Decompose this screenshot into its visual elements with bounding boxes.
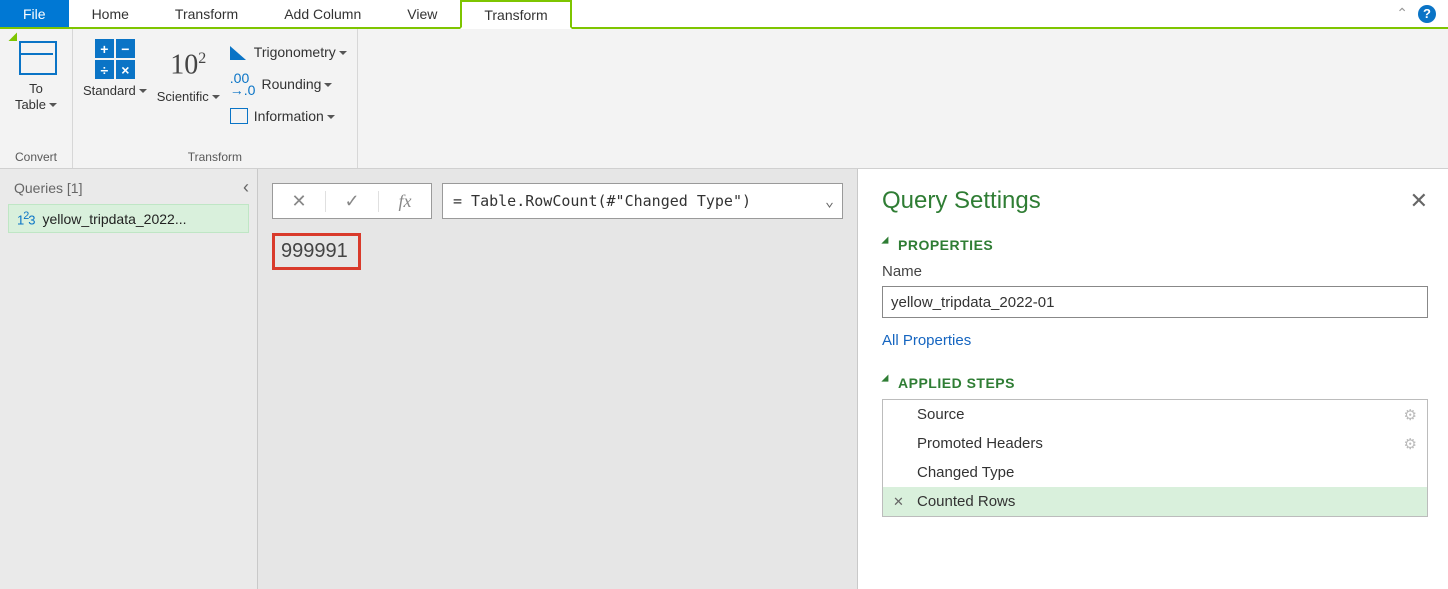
- rounding-button[interactable]: .00→.0 Rounding: [230, 69, 347, 99]
- query-name-input[interactable]: [882, 286, 1428, 318]
- scientific-button[interactable]: 102 Scientific: [157, 35, 220, 105]
- group-label-convert: Convert: [15, 150, 57, 166]
- triangle-icon: [230, 44, 248, 60]
- ribbon-tab-strip: File Home Transform Add Column View Tran…: [0, 0, 1448, 29]
- rounding-icon: .00→.0: [230, 72, 256, 96]
- tab-add-column[interactable]: Add Column: [261, 0, 384, 27]
- table-icon: [17, 39, 55, 77]
- standard-label: Standard: [83, 83, 147, 99]
- result-value[interactable]: 999991: [272, 233, 361, 270]
- properties-section-header[interactable]: PROPERTIES: [882, 237, 1428, 253]
- to-table-button[interactable]: ToTable: [10, 35, 62, 113]
- to-table-label-2: Table: [15, 97, 57, 112]
- formula-text: = Table.RowCount(#"Changed Type"): [453, 192, 751, 210]
- applied-step[interactable]: Promoted Headers ⚙: [883, 429, 1427, 458]
- work-area: ✕ ✓ fx = Table.RowCount(#"Changed Type")…: [258, 169, 858, 589]
- collapse-ribbon-icon[interactable]: ⌃: [1396, 5, 1408, 22]
- applied-step[interactable]: Source ⚙: [883, 400, 1427, 429]
- applied-steps-header-label: APPLIED STEPS: [898, 375, 1015, 391]
- formula-tools: ✕ ✓ fx: [272, 183, 432, 219]
- triangle-collapse-icon: [881, 375, 895, 389]
- help-icon[interactable]: ?: [1418, 5, 1436, 23]
- gear-icon[interactable]: ⚙: [1404, 435, 1417, 453]
- step-label: Source: [917, 406, 965, 423]
- applied-step[interactable]: Changed Type: [883, 458, 1427, 487]
- main-area: Queries [1] ‹ 123 yellow_tripdata_2022..…: [0, 169, 1448, 589]
- tab-home[interactable]: Home: [69, 0, 152, 27]
- information-button[interactable]: Information: [230, 101, 347, 131]
- applied-steps-list: Source ⚙ Promoted Headers ⚙ Changed Type…: [882, 399, 1428, 517]
- queries-header-label: Queries [1]: [14, 180, 82, 196]
- applied-step-selected[interactable]: Counted Rows: [883, 487, 1427, 516]
- close-settings-icon[interactable]: ✕: [1410, 188, 1428, 214]
- query-settings-pane: Query Settings ✕ PROPERTIES Name All Pro…: [858, 169, 1448, 589]
- ribbon-group-convert: ToTable Convert: [0, 29, 73, 168]
- step-label: Counted Rows: [917, 493, 1015, 510]
- number-type-icon: 123: [17, 210, 35, 227]
- query-item[interactable]: 123 yellow_tripdata_2022...: [8, 204, 249, 233]
- tab-transform[interactable]: Transform: [152, 0, 261, 27]
- to-table-label-1: To: [29, 81, 43, 96]
- scientific-label: Scientific: [157, 89, 220, 105]
- fx-icon[interactable]: fx: [379, 191, 431, 212]
- cancel-formula-icon[interactable]: ✕: [273, 191, 326, 212]
- properties-header-label: PROPERTIES: [898, 237, 993, 253]
- ribbon: ToTable Convert +−÷× Standard 102 Scient…: [0, 29, 1448, 169]
- rounding-label: Rounding: [261, 76, 332, 92]
- tab-context-transform[interactable]: Transform: [460, 0, 571, 29]
- calculator-icon: +−÷×: [95, 39, 135, 79]
- tab-view[interactable]: View: [384, 0, 460, 27]
- queries-pane: Queries [1] ‹ 123 yellow_tripdata_2022..…: [0, 169, 258, 589]
- collapse-queries-icon[interactable]: ‹: [243, 177, 249, 198]
- name-label: Name: [882, 263, 1428, 280]
- trigonometry-button[interactable]: Trigonometry: [230, 37, 347, 67]
- information-label: Information: [254, 108, 335, 124]
- expand-formula-icon[interactable]: ⌄: [825, 192, 834, 210]
- step-label: Promoted Headers: [917, 435, 1043, 452]
- information-icon: [230, 108, 248, 124]
- ribbon-group-transform: +−÷× Standard 102 Scientific Trigonometr…: [73, 29, 358, 168]
- trigonometry-label: Trigonometry: [254, 44, 347, 60]
- commit-formula-icon[interactable]: ✓: [326, 191, 379, 212]
- all-properties-link[interactable]: All Properties: [882, 332, 971, 349]
- settings-title: Query Settings: [882, 187, 1041, 215]
- query-item-label: yellow_tripdata_2022...: [43, 211, 187, 227]
- formula-bar[interactable]: = Table.RowCount(#"Changed Type") ⌄: [442, 183, 843, 219]
- scientific-icon: 102: [170, 39, 206, 85]
- gear-icon[interactable]: ⚙: [1404, 406, 1417, 424]
- group-label-transform: Transform: [188, 150, 242, 166]
- tab-file[interactable]: File: [0, 0, 69, 27]
- triangle-collapse-icon: [881, 237, 895, 251]
- applied-steps-section-header[interactable]: APPLIED STEPS: [882, 375, 1428, 391]
- standard-button[interactable]: +−÷× Standard: [83, 35, 147, 99]
- step-label: Changed Type: [917, 464, 1014, 481]
